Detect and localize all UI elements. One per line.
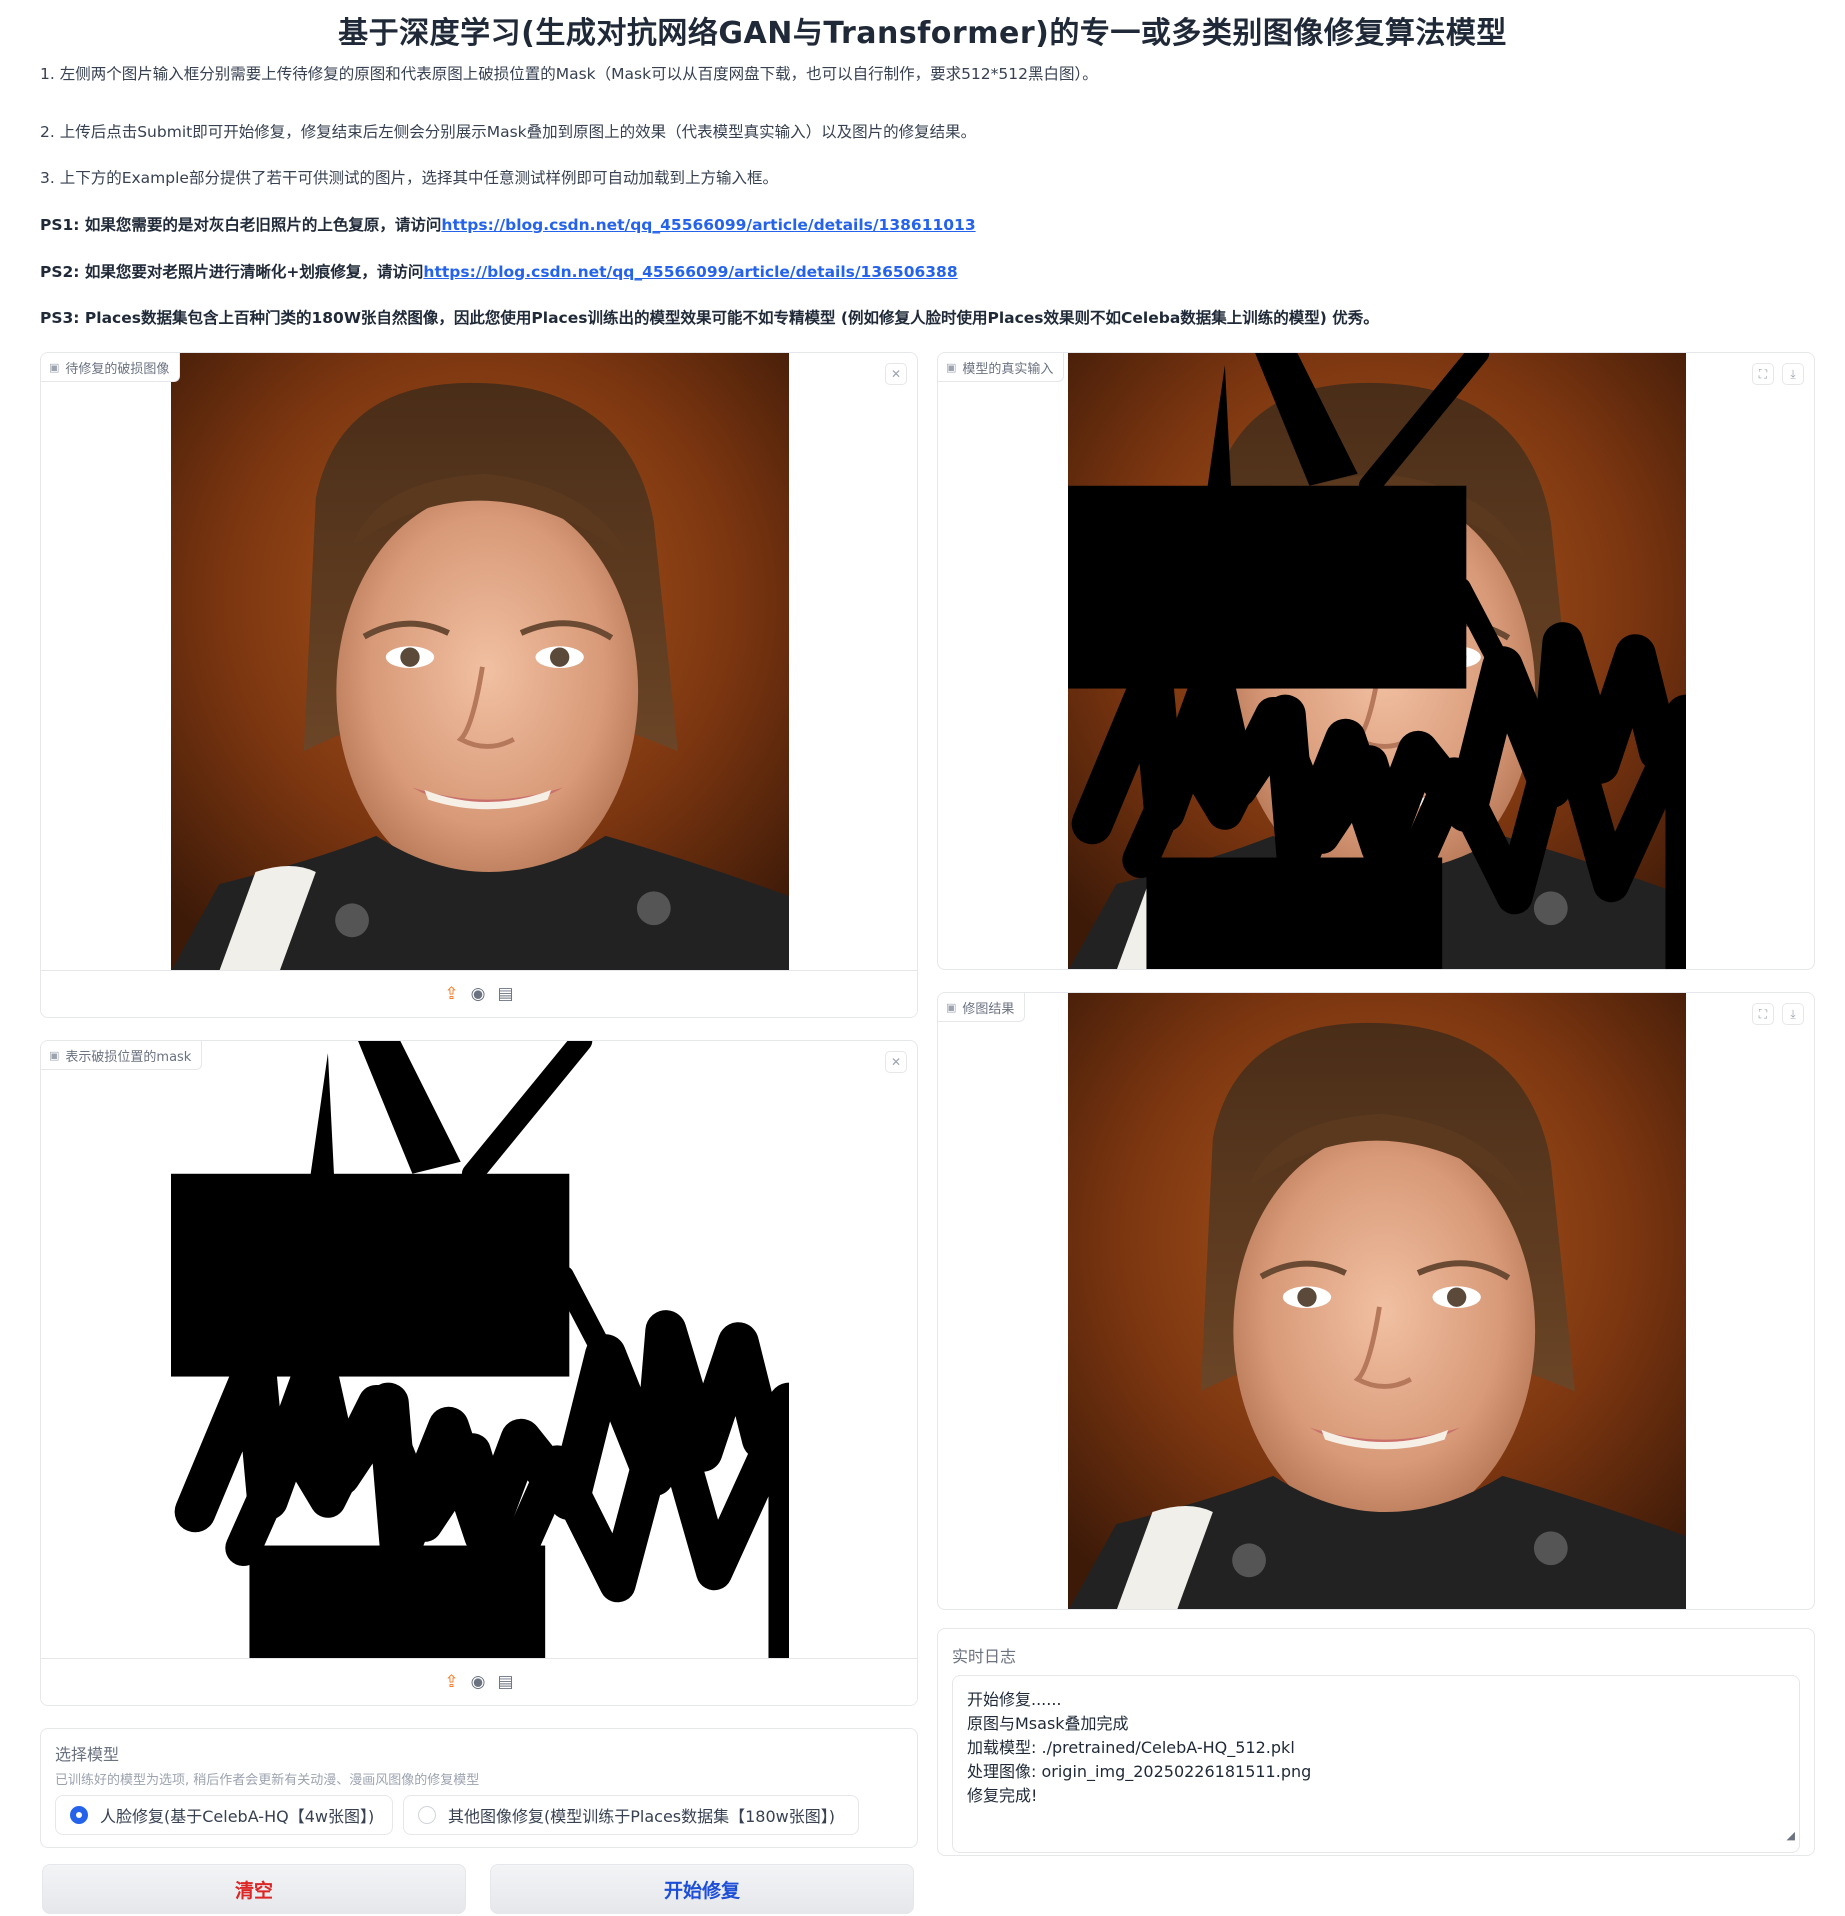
damaged-image-input[interactable]: ▣ 待修复的破损图像 ✕ ⇪ ◉ ▤ bbox=[40, 352, 918, 1018]
log-block: 实时日志 开始修复...... 原图与Msask叠加完成 加载模型: ./pre… bbox=[937, 1628, 1815, 1856]
image-icon: ▣ bbox=[946, 360, 957, 374]
radio-celeba[interactable]: 人脸修复(基于CelebA-HQ【4w张图】) bbox=[55, 1795, 393, 1835]
result-output: ▣ 修图结果 ⛶ ⤓ bbox=[937, 992, 1815, 1610]
fullscreen-icon[interactable]: ⛶ bbox=[1752, 1003, 1774, 1025]
clipboard-icon[interactable]: ▤ bbox=[498, 1672, 514, 1692]
model-input-output: ▣ 模型的真实输入 ⛶ ⤓ bbox=[937, 352, 1815, 970]
ps2-note: PS2: 如果您要对老照片进行清晰化+划痕修复，请访问https://blog.… bbox=[40, 260, 958, 282]
model-select-info: 已训练好的模型为选项, 稍后作者会更新有关动漫、漫画风图像的修复模型 bbox=[55, 1773, 480, 1788]
model-input-label: ▣ 模型的真实输入 bbox=[938, 353, 1065, 382]
webcam-icon[interactable]: ◉ bbox=[471, 1672, 486, 1692]
ps1-text: PS1: 如果您需要的是对灰白老旧照片的上色复原，请访问 bbox=[40, 216, 442, 234]
log-line: 原图与Msask叠加完成 bbox=[967, 1714, 1129, 1733]
clipboard-icon[interactable]: ▤ bbox=[498, 984, 514, 1004]
log-line: 处理图像: origin_img_20250226181511.png bbox=[967, 1762, 1312, 1781]
damaged-image-label: ▣ 待修复的破损图像 bbox=[41, 353, 181, 382]
instruction-1: 1. 左侧两个图片输入框分别需要上传待修复的原图和代表原图上破损位置的Mask（… bbox=[40, 65, 1098, 83]
image-icon: ▣ bbox=[946, 1000, 957, 1014]
model-select-title: 选择模型 bbox=[55, 1745, 120, 1764]
download-icon[interactable]: ⤓ bbox=[1782, 1003, 1804, 1025]
mask-image bbox=[171, 1041, 789, 1659]
close-icon[interactable]: ✕ bbox=[885, 1051, 907, 1073]
result-label: ▣ 修图结果 bbox=[938, 993, 1026, 1022]
image-icon: ▣ bbox=[49, 360, 60, 374]
radio-dot bbox=[70, 1806, 88, 1824]
model-input-image bbox=[1068, 353, 1686, 970]
instruction-2: 2. 上传后点击Submit即可开始修复，修复结束后左侧会分别展示Mask叠加到… bbox=[40, 123, 977, 141]
instruction-3: 3. 上下方的Example部分提供了若干可供测试的图片，选择其中任意测试样例即… bbox=[40, 169, 778, 187]
mask-image-toolbar: ⇪ ◉ ▤ bbox=[41, 1658, 917, 1705]
start-repair-button[interactable]: 开始修复 bbox=[490, 1864, 914, 1914]
log-line: 开始修复...... bbox=[967, 1690, 1062, 1709]
damaged-image-toolbar: ⇪ ◉ ▤ bbox=[41, 970, 917, 1017]
damaged-image bbox=[171, 353, 789, 971]
image-icon: ▣ bbox=[49, 1048, 60, 1062]
log-line: 修复完成! bbox=[967, 1786, 1038, 1805]
ps2-text: PS2: 如果您要对老照片进行清晰化+划痕修复，请访问 bbox=[40, 263, 424, 281]
upload-icon[interactable]: ⇪ bbox=[444, 984, 458, 1004]
log-line: 加载模型: ./pretrained/CelebA-HQ_512.pkl bbox=[967, 1738, 1295, 1757]
clear-button[interactable]: 清空 bbox=[42, 1864, 466, 1914]
result-image bbox=[1068, 993, 1686, 1610]
ps3-note: PS3: Places数据集包含上百种门类的180W张自然图像，因此您使用Pla… bbox=[40, 309, 1379, 327]
log-textarea[interactable]: 开始修复...... 原图与Msask叠加完成 加载模型: ./pretrain… bbox=[952, 1675, 1800, 1853]
radio-places[interactable]: 其他图像修复(模型训练于Places数据集【180w张图】) bbox=[403, 1795, 859, 1835]
radio-dot bbox=[418, 1806, 436, 1824]
download-icon[interactable]: ⤓ bbox=[1782, 363, 1804, 385]
mask-image-label: ▣ 表示破损位置的mask bbox=[41, 1041, 203, 1070]
close-icon[interactable]: ✕ bbox=[885, 363, 907, 385]
log-title: 实时日志 bbox=[952, 1647, 1017, 1666]
resize-grip-icon[interactable]: ◢ bbox=[1787, 1824, 1795, 1848]
webcam-icon[interactable]: ◉ bbox=[471, 984, 486, 1004]
mask-image-input[interactable]: ▣ 表示破损位置的mask ✕ ⇪ ◉ ▤ bbox=[40, 1040, 918, 1706]
fullscreen-icon[interactable]: ⛶ bbox=[1752, 363, 1774, 385]
model-select-block: 选择模型 已训练好的模型为选项, 稍后作者会更新有关动漫、漫画风图像的修复模型 … bbox=[40, 1728, 918, 1848]
ps1-note: PS1: 如果您需要的是对灰白老旧照片的上色复原，请访问https://blog… bbox=[40, 213, 976, 235]
ps1-link[interactable]: https://blog.csdn.net/qq_45566099/articl… bbox=[441, 216, 975, 234]
ps2-link[interactable]: https://blog.csdn.net/qq_45566099/articl… bbox=[423, 263, 957, 281]
page-title: 基于深度学习(生成对抗网络GAN与Transformer)的专一或多类别图像修复… bbox=[338, 16, 1507, 51]
upload-icon[interactable]: ⇪ bbox=[444, 1672, 458, 1692]
